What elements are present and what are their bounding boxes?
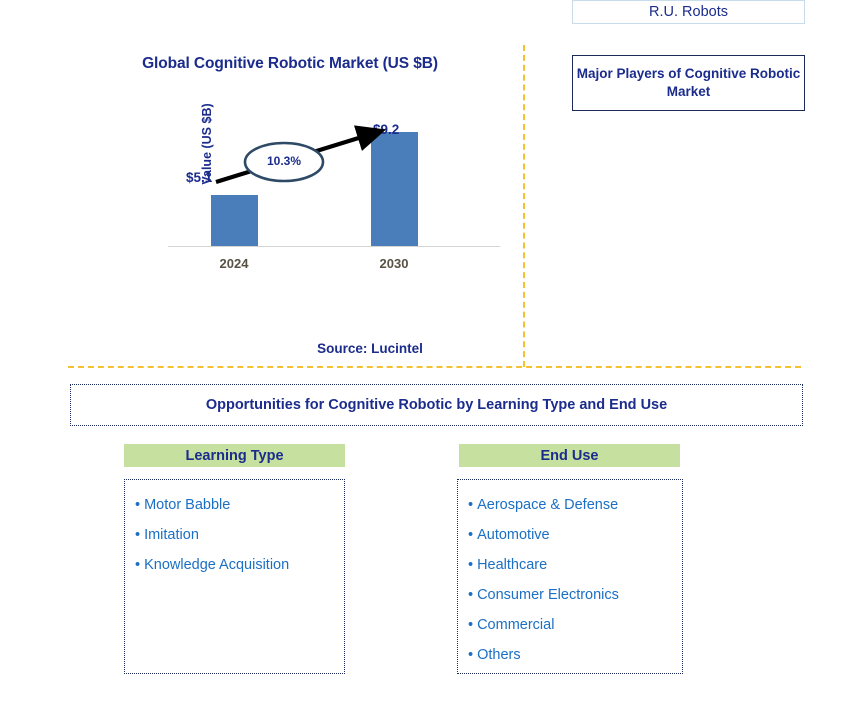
bullet-icon: • [468,527,474,543]
list-item: • Aerospace & Defense [458,490,682,520]
list-item-label: Motor Babble [144,497,231,513]
list-item: • Knowledge Acquisition [125,550,344,580]
list-item-label: Commercial [477,617,555,633]
chart-title: Global Cognitive Robotic Market (US $B) [142,55,438,72]
category-box-end-use: • Aerospace & Defense • Automotive • Health… [457,479,683,674]
players-panel-header: Major Players of Cognitive Robotic Marke… [572,55,805,111]
list-item-label: Healthcare [477,557,548,573]
category-header-end-use: End Use [459,444,680,467]
opportunities-banner: Opportunities for Cognitive Robotic by L… [70,384,803,426]
bullet-icon: • [135,497,141,513]
cagr-arrow-icon [215,125,387,185]
category-header-learning-type: Learning Type [124,444,345,467]
list-item-label: Consumer Electronics [477,587,619,603]
list-item-label: Imitation [144,527,199,543]
list-item: • Commercial [458,610,682,640]
bullet-icon: • [468,557,474,573]
list-item: • Others [458,640,682,670]
list-item: • Automotive [458,520,682,550]
list-item-label: Aerospace & Defense [477,497,619,513]
list-item: • Imitation [125,520,344,550]
cagr-label: 10.3% [266,154,302,168]
learning-type-list: • Motor Babble • Imitation • Knowledge Acqu… [125,490,344,580]
list-item: • Consumer Electronics [458,580,682,610]
bullet-icon: • [468,647,474,663]
source-text: Source: Lucintel [317,341,423,356]
player-item-ru-robots[interactable]: R.U. Robots [572,0,805,24]
bullet-icon: • [135,527,141,543]
bullet-icon: • [135,557,141,573]
list-item-label: Knowledge Acquisition [144,557,290,573]
divider-horizontal [68,366,801,368]
bullet-icon: • [468,617,474,633]
infographic-page: Global Cognitive Robotic Market (US $B) … [0,0,868,713]
bullet-icon: • [468,497,474,513]
bar-chart: Value (US $B) $5.1 $9.2 2024 2030 10.3% [160,103,500,278]
end-use-list: • Aerospace & Defense • Automotive • Health… [458,490,682,670]
list-item-label: Others [477,647,521,663]
list-item: • Motor Babble [125,490,344,520]
category-box-learning-type: • Motor Babble • Imitation • Knowledge Acqu… [124,479,345,674]
divider-vertical [523,45,525,367]
list-item-label: Automotive [477,527,550,543]
bullet-icon: • [468,587,474,603]
list-item: • Healthcare [458,550,682,580]
